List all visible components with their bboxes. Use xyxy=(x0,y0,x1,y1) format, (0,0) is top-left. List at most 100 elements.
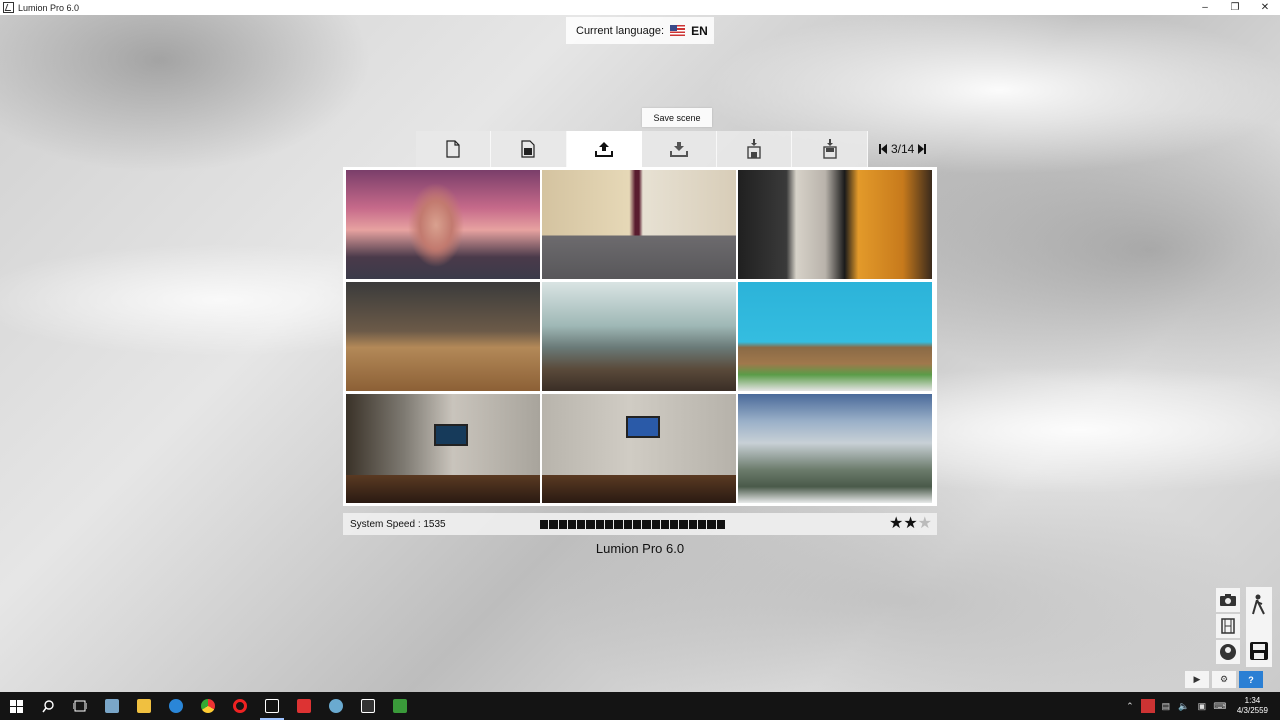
clock-date: 4/3/2559 xyxy=(1236,706,1268,715)
volume-icon[interactable]: 🔈 xyxy=(1177,699,1191,713)
speed-block xyxy=(549,519,558,529)
start-button[interactable] xyxy=(0,692,32,720)
language-code: EN xyxy=(691,23,708,38)
speed-rating: ★★★ xyxy=(889,516,932,532)
save-scene-tooltip: Save scene xyxy=(642,108,712,127)
language-flag-icon[interactable] xyxy=(1140,699,1155,713)
window-controls: – ❐ ✕ xyxy=(1190,0,1280,15)
chevron-up-icon[interactable]: ⌃ xyxy=(1123,699,1137,713)
taskbar-app-edge[interactable] xyxy=(160,692,192,720)
language-label: Current language: xyxy=(576,24,665,37)
taskbar-app-explorer[interactable] xyxy=(128,692,160,720)
scene-thumbnail-exterior[interactable] xyxy=(738,394,932,503)
speed-block xyxy=(567,519,577,529)
tv-screen xyxy=(434,424,468,446)
save-as-icon xyxy=(747,139,762,159)
open-scene-tab[interactable] xyxy=(491,131,567,167)
us-flag-icon xyxy=(670,25,686,36)
page-navigator: 3/14 xyxy=(878,140,927,158)
lumion-icon xyxy=(265,699,279,713)
save-scene-tab[interactable] xyxy=(641,131,718,167)
load-file-tab[interactable] xyxy=(792,131,868,167)
task-view-button[interactable] xyxy=(64,692,96,720)
language-selector[interactable]: Current language: EN xyxy=(566,17,714,44)
minimize-button[interactable]: – xyxy=(1190,0,1220,15)
movie-mode-button[interactable] xyxy=(1216,614,1240,638)
import-scene-tab[interactable] xyxy=(566,131,642,167)
speed-block xyxy=(586,519,595,529)
taskbar-app-lumion[interactable] xyxy=(256,692,288,720)
speed-block xyxy=(540,519,549,529)
save-as-tab[interactable] xyxy=(717,131,793,167)
scene-thumbnail-glass-house[interactable] xyxy=(542,282,736,391)
taskbar-app-camtasia[interactable] xyxy=(384,692,416,720)
search-button[interactable] xyxy=(32,692,64,720)
title-bar: Lumion Pro 6.0 – ❐ ✕ xyxy=(0,0,1280,15)
speed-block xyxy=(716,519,725,529)
camera-icon xyxy=(1220,594,1236,606)
first-page-icon[interactable] xyxy=(878,142,888,156)
task-view-icon xyxy=(73,700,87,712)
scene-thumbnail-beach[interactable] xyxy=(346,170,540,279)
windows-taskbar: ⌃ ▤ 🔈 ▣ ⌨ 1:34 4/3/2559 xyxy=(0,692,1280,720)
close-button[interactable]: ✕ xyxy=(1250,0,1280,15)
star-icon: ★ xyxy=(888,515,904,532)
settings-button[interactable]: ⚙ xyxy=(1212,671,1236,688)
product-name: Lumion Pro 6.0 xyxy=(595,541,685,556)
speed-block xyxy=(605,519,614,529)
system-status-bar: System Speed : 1535 ★★★ xyxy=(343,513,937,535)
last-page-icon[interactable] xyxy=(917,142,927,156)
save-file-button[interactable] xyxy=(1248,639,1270,663)
keyboard-icon[interactable]: ⌨ xyxy=(1213,699,1227,713)
gear-icon: ⚙ xyxy=(1219,674,1229,684)
scene-thumbnail-bedroom[interactable] xyxy=(542,170,736,279)
new-scene-icon xyxy=(446,140,460,158)
help-button[interactable]: ? xyxy=(1239,671,1263,688)
scene-grid xyxy=(346,170,934,503)
edge-icon xyxy=(169,699,183,713)
taskbar-app-chrome[interactable] xyxy=(192,692,224,720)
open-scene-icon xyxy=(521,140,536,158)
play-button[interactable]: ▶ xyxy=(1185,671,1209,688)
scene-thumbnail-kitchen[interactable] xyxy=(738,170,932,279)
photo-mode-button[interactable] xyxy=(1216,588,1240,612)
taskbar-app-editor[interactable] xyxy=(352,692,384,720)
system-speed-label: System Speed : 1535 xyxy=(350,518,446,530)
window-title: Lumion Pro 6.0 xyxy=(18,2,80,13)
clock[interactable]: 1:34 4/3/2559 xyxy=(1237,696,1268,716)
system-tray: ⌃ ▤ 🔈 ▣ ⌨ 1:34 4/3/2559 xyxy=(1121,692,1280,720)
notification-icon[interactable]: ▣ xyxy=(1195,699,1209,713)
page-indicator: 3/14 xyxy=(891,142,915,156)
taskbar-app-sketchup[interactable] xyxy=(96,692,128,720)
new-scene-tab[interactable] xyxy=(416,131,492,167)
speed-block xyxy=(688,519,698,529)
speed-block xyxy=(660,519,670,529)
panorama-mode-button[interactable] xyxy=(1216,640,1240,664)
build-mode-button[interactable] xyxy=(1247,590,1271,620)
scene-thumbnail-living-room-1[interactable] xyxy=(346,394,540,503)
restore-button[interactable]: ❐ xyxy=(1220,0,1250,15)
panorama-icon xyxy=(1220,644,1236,660)
taskbar-app-network[interactable] xyxy=(320,692,352,720)
scene-thumbnail-blue-kitchen[interactable] xyxy=(738,282,932,391)
help-icon: ? xyxy=(1248,674,1254,685)
network-status-icon[interactable]: ▤ xyxy=(1159,699,1173,713)
scene-thumbnail-living-room-2[interactable] xyxy=(542,394,736,503)
star-icon: ★ xyxy=(917,515,932,532)
network-icon xyxy=(329,699,343,713)
speed-bar xyxy=(540,519,725,529)
play-icon: ▶ xyxy=(1193,674,1201,684)
bottom-toolbar: ▶ ⚙ ? xyxy=(1185,671,1274,688)
speed-block xyxy=(670,519,679,529)
taskbar-app-opera[interactable] xyxy=(224,692,256,720)
taskbar-app-ruby[interactable] xyxy=(288,692,320,720)
folder-icon xyxy=(137,699,151,713)
load-file-icon xyxy=(822,139,837,159)
side-panel xyxy=(1246,587,1272,667)
scene-thumbnail-studio[interactable] xyxy=(346,282,540,391)
editor-icon xyxy=(361,699,375,713)
scene-toolbar xyxy=(416,131,868,167)
lumion-app-icon xyxy=(3,2,14,13)
speed-block xyxy=(651,519,660,529)
speed-block xyxy=(698,519,707,529)
